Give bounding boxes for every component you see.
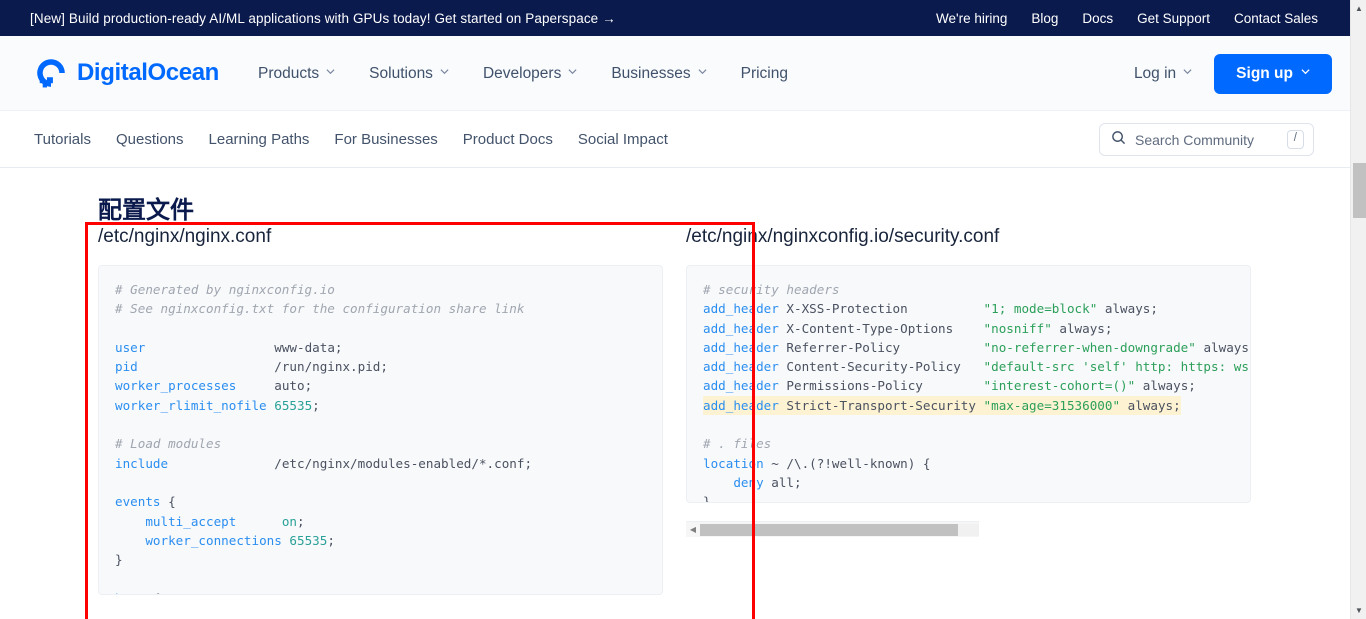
browser-page: [New] Build production-ready AI/ML appli… bbox=[0, 0, 1366, 619]
subnav-item-tutorials[interactable]: Tutorials bbox=[34, 131, 91, 148]
scroll-up-arrow-icon[interactable]: ▲ bbox=[1351, 0, 1366, 17]
search-placeholder: Search Community bbox=[1135, 132, 1278, 148]
subnav-item-learning-paths[interactable]: Learning Paths bbox=[209, 131, 310, 148]
brand-home-link[interactable]: DigitalOcean bbox=[34, 56, 219, 90]
subnav-item-social-impact[interactable]: Social Impact bbox=[578, 131, 668, 148]
scroll-down-arrow-icon[interactable]: ▼ bbox=[1351, 602, 1366, 619]
promo-bar: [New] Build production-ready AI/ML appli… bbox=[0, 0, 1350, 36]
login-label: Log in bbox=[1134, 65, 1176, 83]
browser-vertical-scrollbar[interactable]: ▲ ▼ bbox=[1350, 0, 1366, 619]
scrollbar-thumb[interactable] bbox=[1353, 163, 1366, 218]
subnav-items: Tutorials Questions Learning Paths For B… bbox=[34, 111, 668, 168]
nav-item-label: Pricing bbox=[741, 65, 788, 83]
code-horizontal-scrollbar[interactable]: ◀ bbox=[686, 521, 979, 537]
scrollbar-thumb[interactable] bbox=[700, 524, 958, 536]
code-text: # security headers add_header X-XSS-Prot… bbox=[703, 280, 1234, 503]
community-subnav: Tutorials Questions Learning Paths For B… bbox=[0, 111, 1350, 168]
promo-links: We're hiring Blog Docs Get Support Conta… bbox=[936, 0, 1318, 36]
digitalocean-logo-icon bbox=[34, 56, 68, 90]
promo-link-sales[interactable]: Contact Sales bbox=[1234, 11, 1318, 26]
config-panel-nginx-conf: /etc/nginx/nginx.conf # Generated by ngi… bbox=[98, 226, 663, 595]
main-content: 配置文件 /etc/nginx/nginx.conf # Generated b… bbox=[0, 168, 1350, 619]
nav-item-label: Solutions bbox=[369, 65, 433, 83]
config-file-path: /etc/nginx/nginx.conf bbox=[98, 226, 663, 248]
scrollbar-track[interactable] bbox=[700, 524, 979, 536]
nav-item-label: Products bbox=[258, 65, 319, 83]
promo-text[interactable]: [New] Build production-ready AI/ML appli… bbox=[30, 0, 616, 36]
main-navigation: DigitalOcean Products Solutions Develope… bbox=[0, 36, 1350, 111]
nav-items: Products Solutions Developers Businesses… bbox=[258, 36, 788, 111]
nav-item-label: Developers bbox=[483, 65, 561, 83]
config-file-path: /etc/nginx/nginxconfig.io/security.conf bbox=[686, 226, 1251, 248]
promo-link-hiring[interactable]: We're hiring bbox=[936, 11, 1007, 26]
code-block-security-conf[interactable]: # security headers add_header X-XSS-Prot… bbox=[686, 265, 1251, 503]
brand-name: DigitalOcean bbox=[77, 59, 219, 87]
chevron-down-icon bbox=[1301, 67, 1310, 76]
login-button[interactable]: Log in bbox=[1134, 65, 1192, 83]
chevron-down-icon bbox=[440, 67, 449, 76]
subnav-item-product-docs[interactable]: Product Docs bbox=[463, 131, 553, 148]
search-icon bbox=[1111, 130, 1126, 150]
subnav-item-questions[interactable]: Questions bbox=[116, 131, 184, 148]
nav-item-pricing[interactable]: Pricing bbox=[741, 65, 788, 83]
search-input[interactable]: Search Community / bbox=[1099, 123, 1314, 156]
config-panel-security-conf: /etc/nginx/nginxconfig.io/security.conf … bbox=[686, 226, 1251, 503]
promo-link-docs[interactable]: Docs bbox=[1082, 11, 1113, 26]
signup-button[interactable]: Sign up bbox=[1214, 54, 1332, 94]
chevron-down-icon bbox=[568, 67, 577, 76]
subnav-item-for-businesses[interactable]: For Businesses bbox=[334, 131, 437, 148]
nav-item-label: Businesses bbox=[611, 65, 690, 83]
promo-link-blog[interactable]: Blog bbox=[1031, 11, 1058, 26]
chevron-down-icon bbox=[698, 67, 707, 76]
config-panels: /etc/nginx/nginx.conf # Generated by ngi… bbox=[0, 168, 1350, 619]
scroll-left-arrow-icon[interactable]: ◀ bbox=[686, 526, 700, 534]
code-text: # Generated by nginxconfig.io # See ngin… bbox=[115, 280, 646, 595]
nav-right: Log in Sign up bbox=[1134, 36, 1332, 111]
chevron-down-icon bbox=[1183, 67, 1192, 76]
nav-item-businesses[interactable]: Businesses bbox=[611, 65, 706, 83]
code-block-nginx-conf[interactable]: # Generated by nginxconfig.io # See ngin… bbox=[98, 265, 663, 595]
search-shortcut-key: / bbox=[1287, 130, 1304, 149]
chevron-down-icon bbox=[326, 67, 335, 76]
promo-link-support[interactable]: Get Support bbox=[1137, 11, 1210, 26]
nav-item-solutions[interactable]: Solutions bbox=[369, 65, 449, 83]
nav-item-developers[interactable]: Developers bbox=[483, 65, 577, 83]
nav-item-products[interactable]: Products bbox=[258, 65, 335, 83]
signup-label: Sign up bbox=[1236, 65, 1293, 83]
